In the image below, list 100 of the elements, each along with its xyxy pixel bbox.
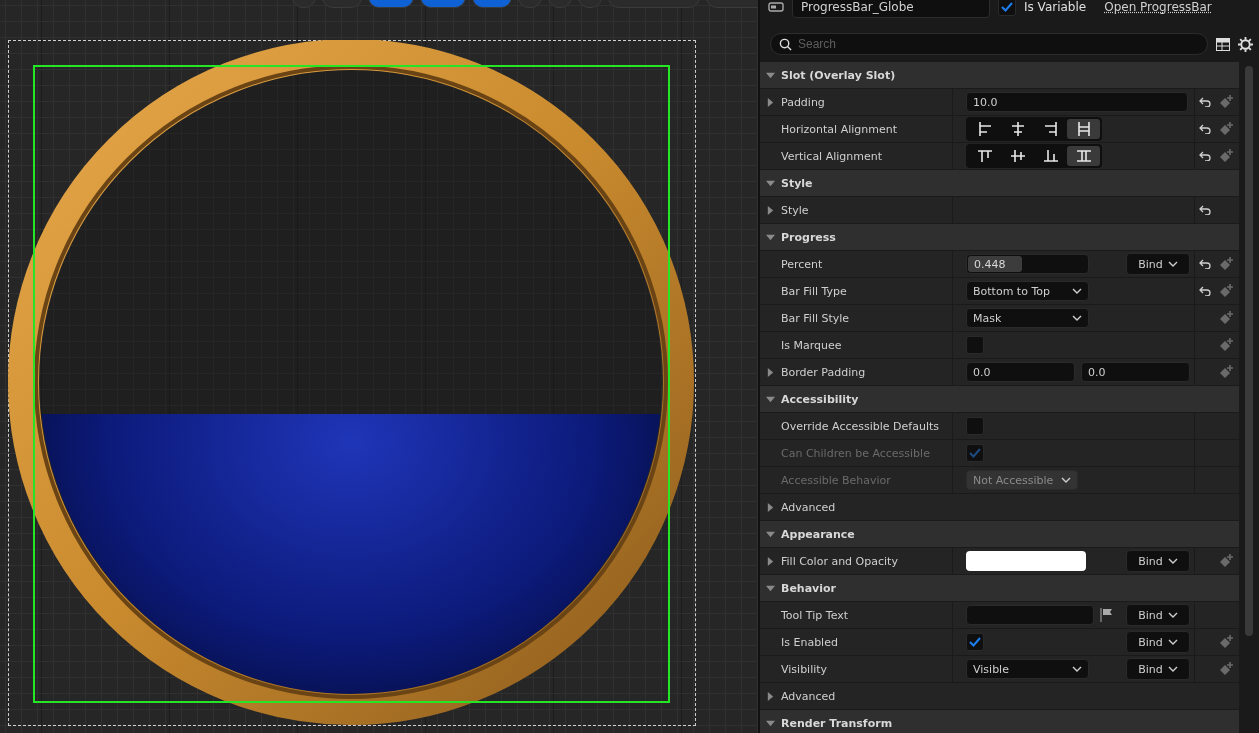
section-title: Render Transform <box>781 716 893 730</box>
widget-icon <box>768 2 784 12</box>
section-title: Accessibility <box>781 392 859 406</box>
alignment-button[interactable] <box>1067 119 1100 139</box>
number-field[interactable]: 0.0 <box>1081 362 1190 382</box>
property-label: Is Marquee <box>781 338 842 352</box>
expand-arrow-icon[interactable] <box>766 97 775 107</box>
open-link[interactable]: Open ProgressBar <box>1104 0 1212 14</box>
padding-field[interactable]: 10.0 <box>966 92 1188 112</box>
reset-arrow-icon[interactable] <box>1199 151 1211 161</box>
alignment-icon <box>1044 122 1057 136</box>
alignment-icon <box>978 122 991 136</box>
bind-button[interactable]: Bind <box>1126 631 1190 653</box>
keyframe-diamond-icon[interactable] <box>1219 554 1233 568</box>
alignment-button[interactable] <box>1067 146 1100 166</box>
collapse-arrow-icon[interactable] <box>766 232 775 242</box>
search-field[interactable]: Search <box>770 33 1208 55</box>
collapse-arrow-icon[interactable] <box>766 178 775 188</box>
section-header[interactable]: Accessibility <box>760 386 1239 413</box>
property-label: Bar Fill Style <box>781 311 850 325</box>
property-label: Override Accessible Defaults <box>781 419 940 433</box>
dropdown[interactable]: Visible <box>966 659 1089 679</box>
property-label: Vertical Alignment <box>781 149 883 163</box>
keyframe-diamond-icon[interactable] <box>1219 365 1233 379</box>
keyframe-diamond-icon[interactable] <box>1219 635 1233 649</box>
alignment-icon <box>1077 122 1090 136</box>
keyframe-diamond-icon[interactable] <box>1219 122 1233 136</box>
chevron-down-icon <box>1072 666 1082 672</box>
alignment-icon <box>1043 150 1058 162</box>
collapse-arrow-icon[interactable] <box>766 718 775 728</box>
expand-arrow-icon[interactable] <box>766 691 775 701</box>
keyframe-diamond-icon[interactable] <box>1219 284 1233 298</box>
keyframe-diamond-icon[interactable] <box>1219 338 1233 352</box>
collapse-arrow-icon[interactable] <box>766 529 775 539</box>
dropdown[interactable]: Bottom to Top <box>966 281 1089 301</box>
search-icon <box>779 37 792 51</box>
bind-button[interactable]: Bind <box>1126 658 1190 680</box>
check-mark-icon <box>969 448 981 458</box>
check-mark-icon <box>969 637 981 647</box>
bind-button[interactable]: Bind <box>1126 604 1190 626</box>
color-swatch[interactable] <box>966 551 1086 571</box>
checkbox[interactable] <box>998 0 1016 16</box>
property-label: Horizontal Alignment <box>781 122 898 136</box>
keyframe-diamond-icon[interactable] <box>1219 662 1233 676</box>
reset-arrow-icon[interactable] <box>1199 97 1211 107</box>
reset-arrow-icon[interactable] <box>1199 286 1211 296</box>
chevron-down-icon <box>1167 639 1178 645</box>
section-header[interactable]: Appearance <box>760 521 1239 548</box>
property-label: Accessible Behavior <box>781 473 891 487</box>
slider-field[interactable]: 0.448 <box>966 254 1089 274</box>
keyframe-diamond-icon[interactable] <box>1219 95 1233 109</box>
property-label: Percent <box>781 257 823 271</box>
bind-button[interactable]: Bind <box>1126 253 1190 275</box>
collapse-arrow-icon[interactable] <box>766 583 775 593</box>
number-field[interactable]: 0.0 <box>966 362 1075 382</box>
text-field[interactable] <box>966 605 1094 625</box>
chevron-down-icon <box>1167 612 1178 618</box>
reset-arrow-icon[interactable] <box>1199 124 1211 134</box>
property-label: Advanced <box>781 689 836 703</box>
bind-button[interactable]: Bind <box>1126 550 1190 572</box>
keyframe-diamond-icon[interactable] <box>1219 149 1233 163</box>
checkbox-label: Is Variable <box>1024 0 1087 14</box>
settings-icon[interactable] <box>1238 36 1253 52</box>
checkbox[interactable] <box>966 417 984 435</box>
section-header[interactable]: Behavior <box>760 575 1239 602</box>
name-field[interactable]: ProgressBar_Globe <box>792 0 990 18</box>
alignment-icon <box>977 150 992 162</box>
reset-arrow-icon[interactable] <box>1199 205 1211 215</box>
reset-arrow-icon[interactable] <box>1199 259 1211 269</box>
section-header[interactable]: Render Transform <box>760 710 1239 733</box>
keyframe-diamond-icon[interactable] <box>1219 311 1233 325</box>
search-input[interactable]: Search <box>798 37 1199 51</box>
property-label: Bar Fill Type <box>781 284 847 298</box>
collapse-arrow-icon[interactable] <box>766 394 775 404</box>
check-mark-icon <box>1001 2 1013 12</box>
chevron-down-icon <box>1072 288 1082 294</box>
section-title: Behavior <box>781 581 837 595</box>
chevron-down-icon <box>1167 261 1178 267</box>
flag-icon[interactable] <box>1100 608 1114 622</box>
collapse-arrow-icon[interactable] <box>766 70 775 80</box>
chevron-down-icon <box>1167 558 1178 564</box>
chevron-down-icon <box>1072 315 1082 321</box>
dropdown[interactable]: Mask <box>966 308 1089 328</box>
section-title: Style <box>781 176 813 190</box>
property-label: Style <box>781 203 809 217</box>
section-header[interactable]: Style <box>760 170 1239 197</box>
expand-arrow-icon[interactable] <box>766 502 775 512</box>
property-label: Advanced <box>781 500 836 514</box>
checkbox[interactable] <box>966 336 984 354</box>
scrollbar-thumb[interactable] <box>1245 66 1253 636</box>
slider-value: 0.448 <box>974 258 1006 271</box>
expand-arrow-icon[interactable] <box>766 205 775 215</box>
property-label: Is Enabled <box>781 635 838 649</box>
keyframe-diamond-icon[interactable] <box>1219 257 1233 271</box>
expand-arrow-icon[interactable] <box>766 367 775 377</box>
checkbox[interactable] <box>966 633 984 651</box>
expand-arrow-icon[interactable] <box>766 556 775 566</box>
table-icon[interactable] <box>1216 37 1230 51</box>
section-header[interactable]: Progress <box>760 224 1239 251</box>
section-header[interactable]: Slot (Overlay Slot) <box>760 62 1239 89</box>
